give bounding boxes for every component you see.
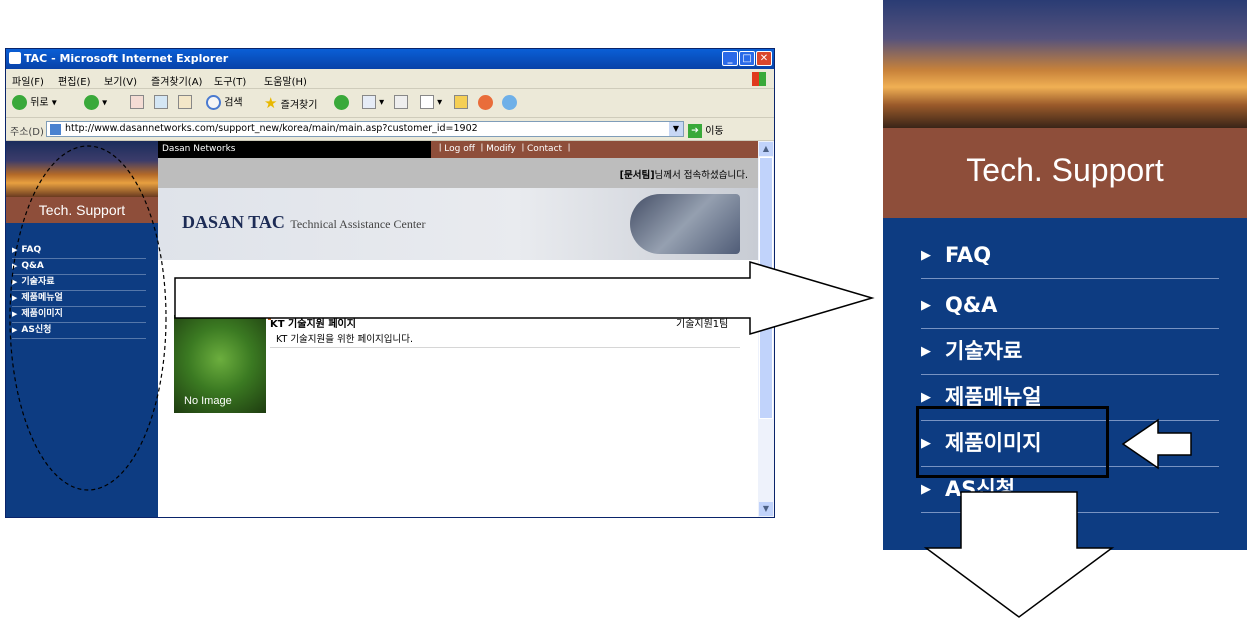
annotation-overlay <box>9 145 1192 618</box>
left-arrow <box>1121 418 1192 470</box>
right-arrow <box>174 260 875 336</box>
down-arrow <box>923 491 1115 618</box>
dashed-ellipse <box>9 145 167 491</box>
